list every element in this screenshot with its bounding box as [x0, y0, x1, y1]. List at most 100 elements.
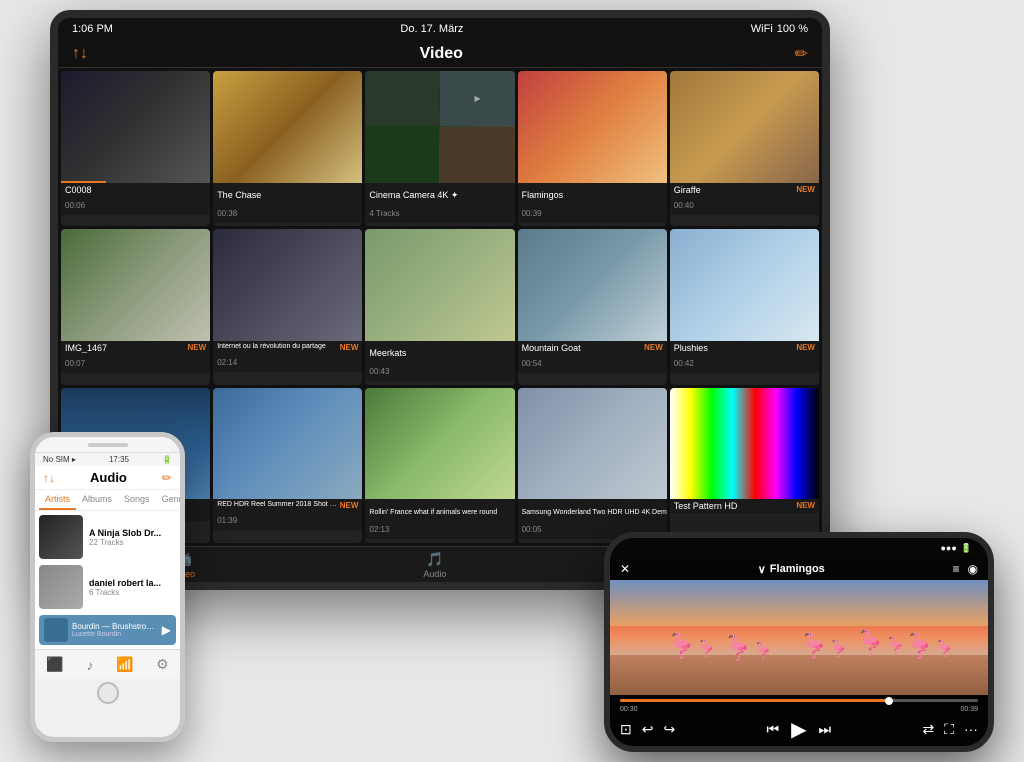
phone-top [35, 437, 180, 453]
chevron-down-icon: ∨ [758, 563, 766, 576]
playback-controls: ⊡ ↩ ↪ ⏮ ▶ ⏭ ⇄ ⛶ ··· [620, 717, 978, 742]
phone-nav-icon-1[interactable]: ⬛ [46, 656, 63, 673]
thumb-title-meerkats: Meerkats [369, 348, 406, 358]
flamingo-video-area: 🦩 🦩 🦩 🦩 🦩 [610, 580, 988, 695]
artist-name-1: A Ninja Slob Dr... [89, 528, 176, 538]
total-time: 00:39 [960, 706, 978, 713]
modern-video-title: ∨ Flamingos [758, 563, 825, 576]
tablet-time: 1:06 PM [72, 23, 113, 35]
video-thumb-internet[interactable]: Internet ou la révolution du partage NEW… [213, 229, 362, 384]
video-thumb-c0008[interactable]: C0008 00:06 [61, 71, 210, 226]
thumb-title-internet: Internet ou la révolution du partage [217, 343, 326, 350]
play-button[interactable]: ▶ [791, 717, 806, 742]
phone-tab-songs[interactable]: Songs [118, 490, 156, 510]
fullscreen-button[interactable]: ⛶ [944, 721, 954, 738]
sort-phone-icon[interactable]: ↑↓ [43, 471, 55, 485]
thumb-title-testpat: Test Pattern HD [674, 501, 738, 511]
video-thumb-redhdr[interactable]: RED HDR Reel Summer 2018 Shot on RED PiW… [213, 388, 362, 543]
video-thumb-samsung[interactable]: Samsung Wonderland Two HDR UHD 4K Demo..… [518, 388, 667, 543]
thumb-title-giraffe: Giraffe [674, 185, 701, 195]
phone-audio-title: Audio [90, 470, 127, 485]
thumb-title-plushies: Plushies [674, 343, 708, 353]
tablet-status-bar: 1:06 PM Do. 17. März WiFi 100 % [58, 18, 822, 40]
phone-status-bar: No SIM ▸ 17:35 🔋 [35, 453, 180, 466]
video-thumb-rolling[interactable]: Rollin' France what if animals were roun… [365, 388, 514, 543]
video-nav-title-text: Flamingos [770, 563, 825, 575]
skip-back-button[interactable]: ⏮ [767, 721, 780, 738]
thumb-title-rolling: Rollin' France what if animals were roun… [369, 509, 497, 516]
phone-header: ↑↓ Audio ✏ [35, 466, 180, 490]
close-button[interactable]: ✕ [620, 562, 630, 576]
tab-audio[interactable]: 🎵 Audio [423, 551, 446, 579]
flamingo-1: 🦩 [667, 632, 717, 661]
play-pause-icon[interactable]: ▶ [162, 623, 171, 637]
tab-audio-label: Audio [423, 569, 446, 579]
artist-row-1[interactable]: A Ninja Slob Dr... 22 Tracks [39, 515, 176, 559]
left-controls: ⊡ ↩ ↪ [620, 721, 675, 738]
edit-icon[interactable]: ✏ [795, 44, 808, 64]
thumb-title-samsung: Samsung Wonderland Two HDR UHD 4K Demo..… [522, 509, 667, 516]
now-playing-artist: Lucette Bourdin [72, 631, 158, 638]
center-controls: ⏮ ▶ ⏭ [767, 717, 832, 742]
artist-row-2[interactable]: daniel robert la... 6 Tracks [39, 565, 176, 609]
wifi-icon: WiFi [751, 23, 773, 35]
sort-icon[interactable]: ↑↓ [72, 45, 88, 63]
phone-battery-icon: 🔋 [162, 455, 172, 464]
flamingo-2: 🦩 [723, 634, 773, 663]
phone-tabs: Artists Albums Songs Genres [35, 490, 180, 511]
artist-name-2: daniel robert la... [89, 578, 176, 588]
artist-thumb-1 [39, 515, 83, 559]
profile-icon[interactable]: ◉ [968, 562, 978, 576]
video-thumb-testpat[interactable]: Test Pattern HD NEW [670, 388, 819, 543]
phone-tab-genres[interactable]: Genres [156, 490, 185, 510]
artist-info-1: A Ninja Slob Dr... 22 Tracks [89, 528, 176, 547]
edit-phone-icon[interactable]: ✏ [162, 471, 172, 485]
phone-time: 17:35 [109, 455, 129, 464]
settings-icon[interactable]: ≡ [952, 562, 959, 576]
iphone-old-device: No SIM ▸ 17:35 🔋 ↑↓ Audio ✏ Artists Albu… [30, 432, 185, 742]
progress-fill [620, 699, 889, 702]
video-thumb-img1467[interactable]: IMG_1467 NEW 00:07 [61, 229, 210, 384]
modern-signal-icon: ●●● [940, 543, 956, 554]
battery-label: 100 % [777, 23, 808, 35]
now-playing-bar[interactable]: Bourdin — Brushstrokes Echo Lucette Bour… [39, 615, 176, 645]
phone-tab-albums[interactable]: Albums [76, 490, 118, 510]
shuffle-button[interactable]: ⇄ [922, 721, 934, 738]
video-thumb-mtngoat[interactable]: Mountain Goat NEW 00:54 [518, 229, 667, 384]
rewind10-button[interactable]: ↩ [642, 721, 654, 738]
phone-tab-artists[interactable]: Artists [39, 490, 76, 510]
modern-video-nav: ✕ ∨ Flamingos ≡ ◉ [610, 558, 988, 580]
video-thumb-flamingos[interactable]: Flamingos 00:39 [518, 71, 667, 226]
more-button[interactable]: ··· [964, 721, 978, 738]
phone-home-area [35, 679, 180, 707]
thumb-title-c0008: C0008 [65, 185, 92, 195]
video-thumb-giraffe[interactable]: Giraffe NEW 00:40 [670, 71, 819, 226]
current-time: 00:30 [620, 706, 638, 713]
video-thumb-meerkats[interactable]: Meerkats 00:43 [365, 229, 514, 384]
flamingo-5: 🦩 [905, 632, 955, 661]
video-thumb-chase[interactable]: The Chase 00:38 [213, 71, 362, 226]
skip-forward-button[interactable]: ⏭ [819, 721, 832, 738]
phone-nav-icon-2[interactable]: ♪ [86, 657, 93, 673]
modern-battery-icon: 🔋 [961, 543, 972, 554]
video-thumb-cinema[interactable]: ▶ Cinema Camera 4K ✦ 4 Tracks [365, 71, 514, 226]
thumb-title-flamingos: Flamingos [522, 190, 564, 200]
phone-nav-icon-4[interactable]: ⚙ [156, 656, 169, 673]
phone-home-button[interactable] [97, 682, 119, 704]
flamingo-sky [610, 580, 988, 626]
thumb-title-chase: The Chase [217, 190, 261, 200]
progress-bar[interactable] [620, 699, 978, 702]
video-thumb-plushies[interactable]: Plushies NEW 00:42 [670, 229, 819, 384]
phone-content: A Ninja Slob Dr... 22 Tracks daniel robe… [35, 511, 180, 649]
iphone-modern-device: ●●● 🔋 ✕ ∨ Flamingos ≡ ◉ 🦩 🦩 🦩 🦩 🦩 [604, 532, 994, 752]
airplay-button[interactable]: ⊡ [620, 721, 632, 738]
modern-status-bar: ●●● 🔋 [610, 538, 988, 558]
forward10-button[interactable]: ↪ [663, 721, 675, 738]
progress-dot [885, 697, 893, 705]
audio-tab-icon: 🎵 [426, 551, 443, 568]
artist-tracks-1: 22 Tracks [89, 538, 176, 547]
now-playing-title: Bourdin — Brushstrokes Echo [72, 622, 158, 631]
now-playing-text: Bourdin — Brushstrokes Echo Lucette Bour… [72, 622, 158, 638]
phone-bottom-bar: ⬛ ♪ 📶 ⚙ [35, 649, 180, 679]
phone-nav-icon-3[interactable]: 📶 [116, 656, 133, 673]
